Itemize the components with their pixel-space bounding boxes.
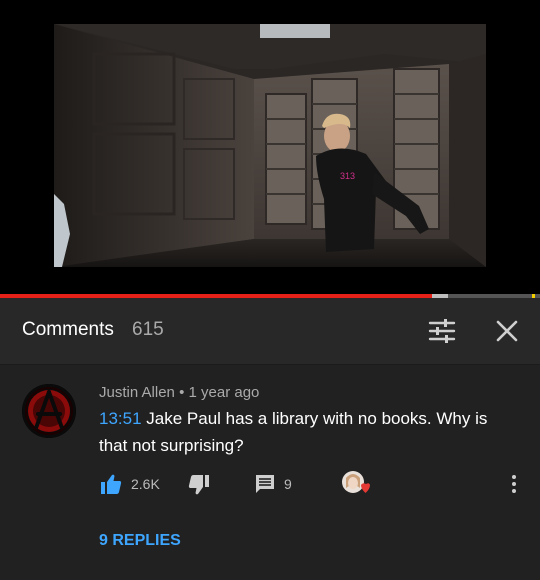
sort-filter-icon[interactable]	[428, 318, 456, 344]
close-icon[interactable]	[495, 319, 519, 343]
thumbs-up-icon[interactable]	[100, 473, 122, 495]
reply-comment-icon[interactable]	[255, 474, 275, 494]
shirt-logo: 313	[340, 171, 355, 181]
thumbs-down-icon[interactable]	[188, 474, 210, 496]
meta-separator: •	[179, 384, 185, 401]
comment-time: 1 year ago	[188, 384, 260, 401]
comments-title: Comments	[22, 319, 114, 340]
more-vertical-icon[interactable]	[505, 472, 523, 496]
creator-heart-icon	[341, 470, 371, 498]
like-count: 2.6K	[131, 476, 160, 492]
timestamp-link[interactable]: 13:51	[99, 409, 142, 428]
comments-header: Comments 615	[0, 298, 540, 365]
user-avatar[interactable]	[22, 384, 76, 438]
comment-text: Jake Paul has a library with no books. W…	[99, 409, 488, 455]
comment-author[interactable]: Justin Allen	[99, 384, 175, 401]
comment-item	[0, 365, 540, 580]
video-frame[interactable]: 313	[54, 24, 486, 267]
video-player[interactable]: 313	[0, 0, 540, 295]
video-still-image: 313	[54, 24, 486, 267]
view-replies-link[interactable]: 9 REPLIES	[99, 532, 181, 550]
comment-body: 13:51 Jake Paul has a library with no bo…	[99, 405, 519, 459]
comment-meta: Justin Allen • 1 year ago	[99, 384, 259, 401]
reply-count: 9	[284, 476, 292, 492]
comments-count: 615	[132, 319, 164, 340]
